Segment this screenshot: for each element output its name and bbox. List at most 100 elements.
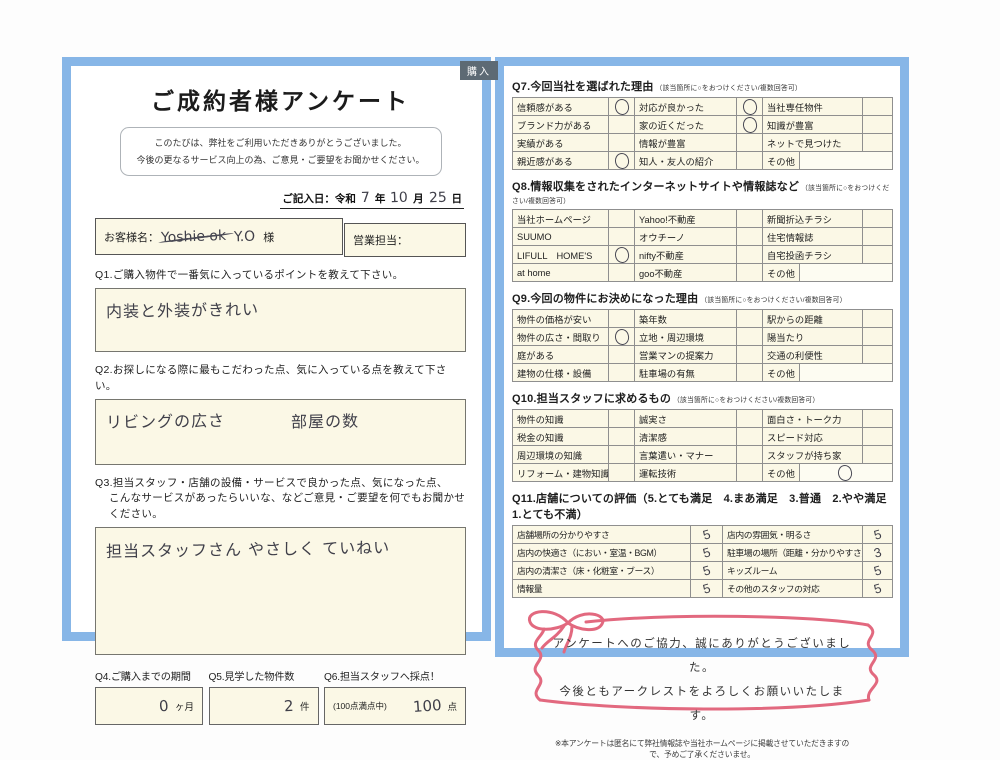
- q11-title: Q11.店舗についての評価（5.とても満足 4.まあ満足 3.普通 2.やや満足…: [512, 490, 892, 522]
- rating-label: キッズルーム: [723, 562, 863, 580]
- q1-handwritten-answer: 内装と外装がきれい: [106, 296, 259, 322]
- rating-score-cell: 5: [691, 562, 723, 580]
- other-write-in-blank: [800, 152, 892, 169]
- rating-score-cell: 5: [691, 544, 723, 562]
- option-label: 税金の知識: [513, 428, 609, 446]
- q4-unit: ヶ月: [175, 699, 194, 713]
- fill-date-line: ご記入日：令和7年10月25日: [280, 190, 464, 209]
- option-label: 陽当たり: [763, 328, 863, 346]
- option-row: リフォーム・建物知識運転技術その他: [513, 464, 893, 482]
- handwritten-circle-mark: [613, 328, 630, 346]
- option-label: スタッフが持ち家: [763, 446, 863, 464]
- option-check-cell: [609, 210, 635, 228]
- option-label: 庭がある: [513, 346, 609, 364]
- q5-column: Q5.見学した物件数 2 件: [209, 668, 319, 725]
- rating-score-cell: 5: [691, 580, 723, 598]
- q5-label: Q5.見学した物件数: [209, 668, 319, 683]
- option-row: SUUMOオウチーノ住宅情報誌: [513, 228, 893, 246]
- handwritten-circle-mark: [613, 246, 630, 264]
- option-check-cell: [863, 98, 893, 116]
- day-unit: 日: [452, 193, 463, 205]
- option-label: 自宅投函チラシ: [763, 246, 863, 264]
- q7-title: Q7.今回当社を選ばれた理由: [512, 81, 654, 93]
- option-label: Yahoo!不動産: [635, 210, 737, 228]
- option-row: 親近感がある知人・友人の紹介その他: [513, 152, 893, 170]
- option-check-cell: [737, 210, 763, 228]
- handwritten-day: 25: [423, 190, 451, 207]
- option-check-cell: [737, 410, 763, 428]
- q4-handwritten-value: 0: [159, 696, 170, 715]
- option-row: LIFULL HOME'Snifty不動産自宅投函チラシ: [513, 246, 893, 264]
- option-row: 物件の広さ・間取り立地・周辺環境陽当たり: [513, 328, 893, 346]
- option-row: 実績がある情報が豊富ネットで見つけた: [513, 134, 893, 152]
- option-label: 交通の利便性: [763, 346, 863, 364]
- option-label: 知識が豊富: [763, 116, 863, 134]
- q10-options-table: 物件の知識誠実さ面白さ・トーク力税金の知識清潔感スピード対応周辺環境の知識言葉遣…: [512, 409, 893, 482]
- question-q7: Q7.今回当社を選ばれた理由（該当箇所に○をおつけください/複数回答可） 信頼感…: [512, 78, 892, 170]
- other-write-in-blank: [800, 264, 892, 281]
- other-option-label: その他: [763, 152, 800, 169]
- option-label: ネットで見つけた: [763, 134, 863, 152]
- option-row: 物件の知識誠実さ面白さ・トーク力: [513, 410, 893, 428]
- q6-handwritten-value: 100: [412, 696, 442, 716]
- option-label: 実績がある: [513, 134, 609, 152]
- rating-label: 駐車場の場所（距離・分かりやすさ）: [723, 544, 863, 562]
- option-check-cell: [737, 134, 763, 152]
- option-check-cell: [609, 98, 635, 116]
- handwritten-score: 5: [872, 580, 883, 596]
- handwritten-circle-mark: [741, 98, 758, 116]
- handwritten-month: 10: [385, 190, 413, 207]
- option-label: オウチーノ: [635, 228, 737, 246]
- option-check-cell: [609, 364, 635, 382]
- rating-label: 店内の清潔さ（床・化粧室・ブース）: [513, 562, 691, 580]
- option-label: 物件の価格が安い: [513, 310, 609, 328]
- option-check-cell: [609, 134, 635, 152]
- option-check-cell: [737, 98, 763, 116]
- option-check-cell: [863, 328, 893, 346]
- question-q8: Q8.情報収集をされたインターネットサイトや情報誌など（該当箇所に○をおつけくだ…: [512, 178, 892, 282]
- option-label: 立地・周辺環境: [635, 328, 737, 346]
- q4-label: Q4.ご購入までの期間: [95, 668, 203, 683]
- option-check-cell: [737, 364, 763, 382]
- option-label: LIFULL HOME'S: [513, 246, 609, 264]
- q2-handwritten-answer-right: 部屋の数: [291, 407, 359, 432]
- sales-rep-label: 営業担当：: [353, 232, 408, 248]
- option-check-cell: [609, 346, 635, 364]
- thank-you-text-block: アンケートへのご協力、誠にありがとうございました。 今後ともアークレストをよろし…: [552, 632, 852, 760]
- q6-column: Q6.担当スタッフへ採点！ (100点満点中) 100 点: [324, 668, 466, 725]
- option-label: 当社ホームページ: [513, 210, 609, 228]
- intro-line-2: 今後の更なるサービス向上の為、ご意見・ご要望をお聞かせください。: [125, 152, 437, 169]
- option-label: goo不動産: [635, 264, 737, 282]
- option-label: 周辺環境の知識: [513, 446, 609, 464]
- q9-title: Q9.今回の物件にお決めになった理由: [512, 293, 698, 305]
- fill-date-row: ご記入日：令和7年10月25日: [95, 189, 466, 209]
- handwritten-circle-mark: [613, 152, 630, 170]
- option-check-cell: [737, 328, 763, 346]
- option-check-cell: [737, 428, 763, 446]
- option-label: 信頼感がある: [513, 98, 609, 116]
- option-row: 庭がある 営業マンの提案力 交通の利便性: [513, 346, 893, 364]
- option-check-cell: [609, 428, 635, 446]
- handwritten-circle-mark: [741, 116, 758, 134]
- option-check-cell: [863, 428, 893, 446]
- customer-name-field: お客様名： Yoshie ok Y.O 様: [95, 218, 343, 255]
- rating-row: 店内の快適さ（におい・室温・BGM）5駐車場の場所（距離・分かりやすさ）3: [513, 544, 893, 562]
- q8-title: Q8.情報収集をされたインターネットサイトや情報誌など: [512, 181, 799, 193]
- option-label: スピード対応: [763, 428, 863, 446]
- option-check-cell: [609, 264, 635, 282]
- handwritten-circle-mark: [836, 464, 853, 482]
- option-check-cell: [863, 310, 893, 328]
- handwritten-score: 5: [701, 580, 712, 596]
- identity-row: お客様名： Yoshie ok Y.O 様 営業担当：: [95, 218, 466, 257]
- option-label: 駐車場の有無: [635, 364, 737, 382]
- q6-unit: 点: [447, 699, 457, 713]
- question-q11: Q11.店舗についての評価（5.とても満足 4.まあ満足 3.普通 2.やや満足…: [512, 490, 892, 598]
- rating-score-cell: 5: [863, 526, 893, 544]
- option-check-cell: [863, 210, 893, 228]
- q3-label-line1: Q3.担当スタッフ・店舗の設備・サービスで良かった点、気になった点、: [95, 477, 448, 489]
- question-q9: Q9.今回の物件にお決めになった理由（該当箇所に○をおつけください/複数回答可）…: [512, 290, 892, 382]
- option-label: 営業マンの提案力: [635, 346, 737, 364]
- other-option-cell: その他: [763, 152, 893, 170]
- option-check-cell: [863, 446, 893, 464]
- option-check-cell: [863, 228, 893, 246]
